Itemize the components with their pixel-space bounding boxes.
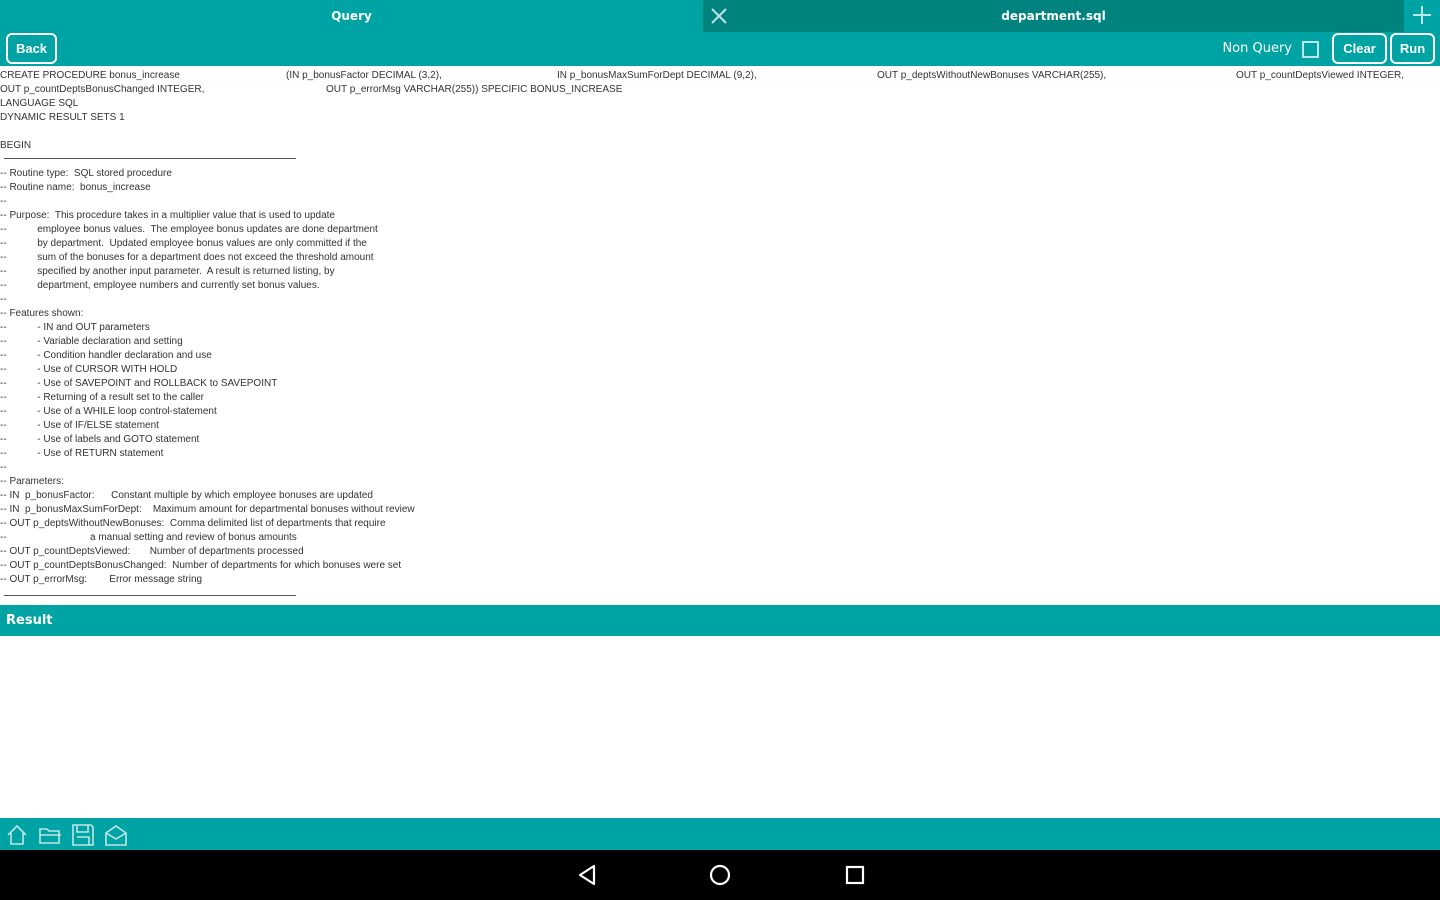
result-label: Result	[6, 613, 53, 628]
toolbar: Back Non Query Clear Run	[0, 32, 1440, 66]
home-icon[interactable]	[4, 822, 30, 848]
code-line: -- IN p_bonusMaxSumForDept: Maximum amou…	[0, 504, 415, 515]
code-segment: CREATE PROCEDURE bonus_increase	[0, 70, 180, 81]
code-line: -- a manual setting and review of bonus …	[0, 532, 297, 543]
non-query-label: Non Query	[1222, 41, 1292, 56]
code-line: -- OUT p_deptsWithoutNewBonuses: Comma d…	[0, 518, 386, 529]
code-line: -- - Use of IF/ELSE statement	[0, 420, 159, 431]
system-nav-bar	[0, 850, 1440, 900]
result-header: Result	[0, 605, 1440, 636]
code-line: -- IN p_bonusFactor: Constant multiple b…	[0, 490, 373, 501]
code-line: --	[0, 462, 7, 473]
mail-icon[interactable]	[103, 822, 129, 848]
bottom-toolbar	[0, 818, 1440, 850]
folder-open-icon[interactable]	[37, 822, 63, 848]
home-circle-icon[interactable]	[706, 861, 734, 889]
code-segment: OUT p_errorMsg VARCHAR(255)) SPECIFIC BO…	[326, 84, 623, 95]
code-line: -- department, employee numbers and curr…	[0, 280, 320, 291]
code-line: -- Features shown:	[0, 308, 84, 319]
code-segment: OUT p_countDeptsBonusChanged INTEGER,	[0, 84, 205, 95]
back-button[interactable]: Back	[6, 33, 57, 64]
code-segment: IN p_bonusMaxSumForDept DECIMAL (9,2),	[557, 70, 757, 81]
sql-editor[interactable]: CREATE PROCEDURE bonus_increase (IN p_bo…	[0, 67, 1440, 605]
code-line: -- sum of the bonuses for a department d…	[0, 252, 374, 263]
code-line: --	[0, 294, 7, 305]
code-line: -- - Use of CURSOR WITH HOLD	[0, 364, 178, 375]
code-line: CREATE PROCEDURE bonus_increase (IN p_bo…	[0, 69, 1440, 83]
code-line: -- OUT p_countDeptsBonusChanged: Number …	[0, 560, 402, 571]
code-line: -- Purpose: This procedure takes in a mu…	[0, 210, 335, 221]
code-segment: OUT p_deptsWithoutNewBonuses VARCHAR(255…	[877, 70, 1107, 81]
code-line: -- - Variable declaration and setting	[0, 336, 183, 347]
comment-rule	[4, 595, 296, 596]
run-button[interactable]: Run	[1390, 33, 1435, 64]
code-line: -- specified by another input parameter.…	[0, 266, 335, 277]
code-line: -- Routine type: SQL stored procedure	[0, 168, 172, 179]
code-line: -- by department. Updated employee bonus…	[0, 238, 367, 249]
code-line: -- - Use of SAVEPOINT and ROLLBACK to SA…	[0, 378, 278, 389]
back-triangle-icon[interactable]	[573, 861, 601, 889]
code-segment: (IN p_bonusFactor DECIMAL (3,2),	[286, 70, 442, 81]
tab-query[interactable]: Query	[0, 0, 703, 32]
code-line: LANGUAGE SQL	[0, 98, 79, 109]
tab-department-sql[interactable]: department.sql	[703, 0, 1404, 32]
code-line: BEGIN	[0, 140, 32, 151]
code-line: -- Parameters:	[0, 476, 64, 487]
code-line: -- OUT p_countDeptsViewed: Number of dep…	[0, 546, 304, 557]
code-line: -- - Use of a WHILE loop control-stateme…	[0, 406, 217, 417]
code-line: -- Routine name: bonus_increase	[0, 182, 151, 193]
code-line: DYNAMIC RESULT SETS 1	[0, 112, 125, 123]
code-line: -- - Use of RETURN statement	[0, 448, 164, 459]
add-tab-button[interactable]	[1404, 0, 1440, 32]
code-line: --	[0, 196, 7, 207]
tab-query-label: Query	[331, 9, 372, 23]
code-line: -- employee bonus values. The employee b…	[0, 224, 378, 235]
comment-rule	[4, 158, 296, 159]
tab-file-label: department.sql	[1001, 9, 1106, 23]
plus-icon	[1410, 3, 1434, 30]
result-area	[0, 636, 1440, 818]
clear-button[interactable]: Clear	[1332, 33, 1387, 64]
save-icon[interactable]	[70, 822, 96, 848]
tab-bar: Query department.sql	[0, 0, 1440, 32]
code-line: -- - Use of labels and GOTO statement	[0, 434, 200, 445]
code-segment: OUT p_countDeptsViewed INTEGER,	[1236, 70, 1405, 81]
close-tab-icon[interactable]	[707, 4, 731, 28]
code-line: OUT p_countDeptsBonusChanged INTEGER, OU…	[0, 83, 1440, 97]
code-line: -- - Returning of a result set to the ca…	[0, 392, 204, 403]
recents-square-icon[interactable]	[841, 861, 869, 889]
non-query-checkbox[interactable]	[1302, 41, 1319, 58]
code-line: -- - IN and OUT parameters	[0, 322, 150, 333]
code-line: -- OUT p_errorMsg: Error message string	[0, 574, 203, 585]
code-line: -- - Condition handler declaration and u…	[0, 350, 212, 361]
